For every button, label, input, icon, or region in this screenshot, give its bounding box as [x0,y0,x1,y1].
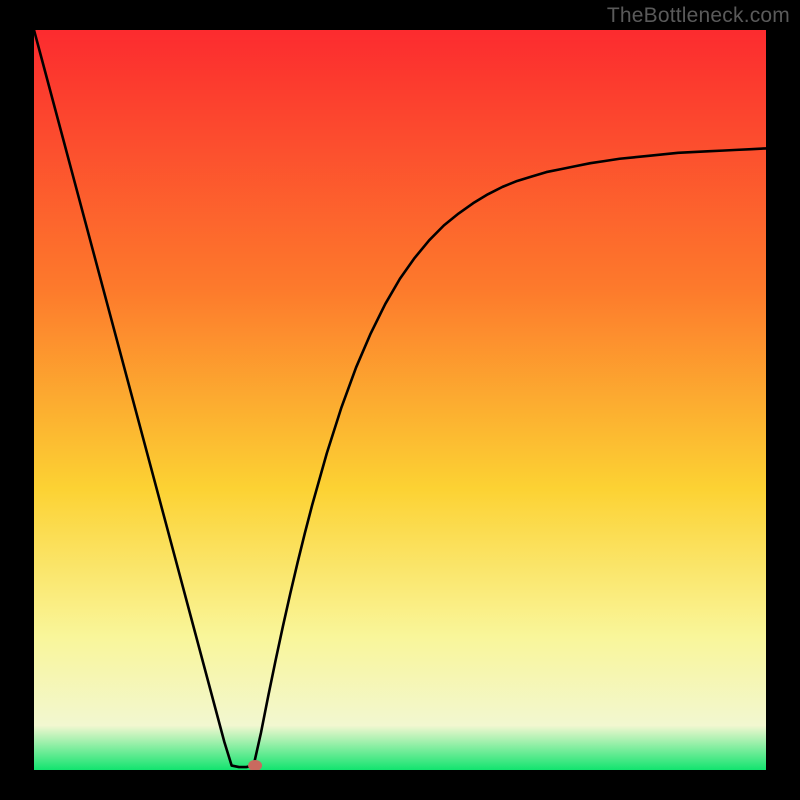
chart-frame: TheBottleneck.com [0,0,800,800]
plot-area [34,30,766,770]
gradient-background [34,30,766,770]
plot-container [34,30,766,770]
watermark-text: TheBottleneck.com [607,4,790,28]
chart-svg [34,30,766,770]
